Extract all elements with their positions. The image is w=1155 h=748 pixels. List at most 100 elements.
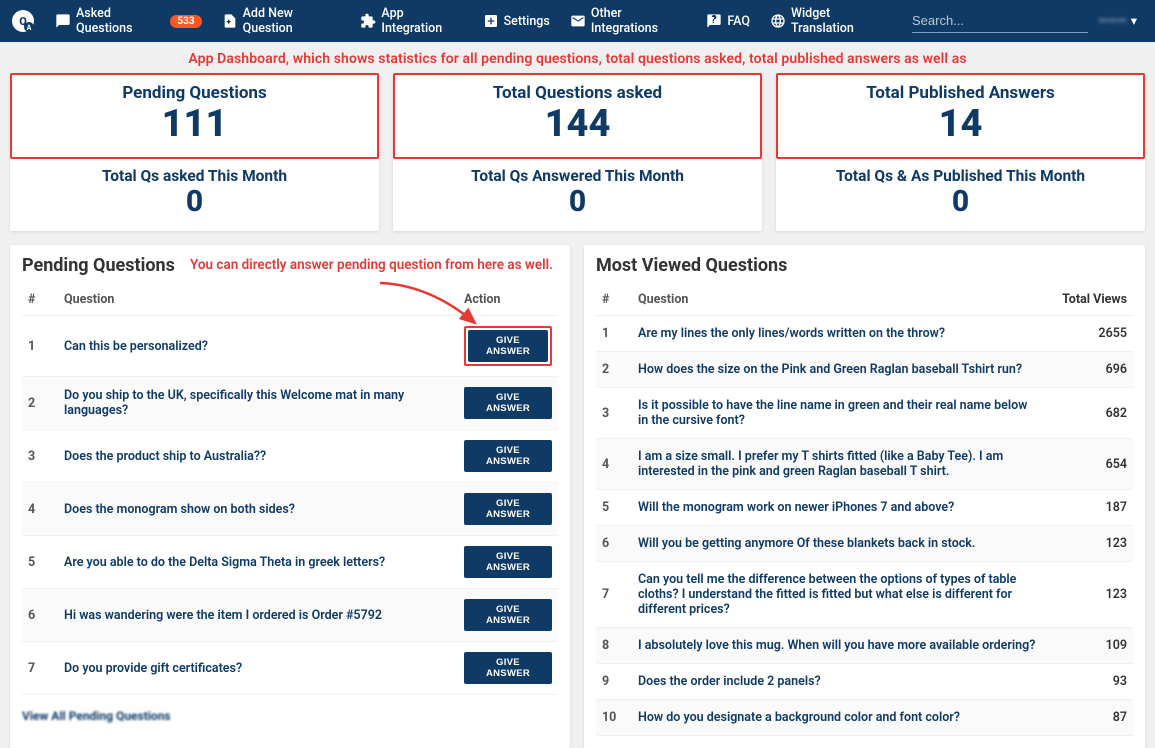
stat-card-1: Total Questions asked144 Total Qs Answere… <box>393 73 762 231</box>
stat-value: 0 <box>10 185 379 220</box>
give-answer-button[interactable]: GIVE ANSWER <box>468 330 548 362</box>
stat-value: 144 <box>395 103 760 147</box>
question-link[interactable]: Will you be getting anymore Of these bla… <box>638 536 975 551</box>
row-views: 123 <box>1043 562 1133 628</box>
question-link[interactable]: Does the product ship to Australia?? <box>64 449 266 464</box>
question-link[interactable]: Can you tell me the difference between t… <box>638 572 1016 617</box>
row-question: Can you tell me the difference between t… <box>632 562 1043 628</box>
row-views: 123 <box>1043 526 1133 562</box>
row-views: 87 <box>1043 700 1133 736</box>
nav-other-integrations[interactable]: Other Integrations <box>560 0 697 42</box>
table-row: 7Can you tell me the difference between … <box>596 562 1133 628</box>
stats-row: Pending Questions111Total Qs asked This … <box>0 73 1155 231</box>
user-label: ——— <box>1098 14 1127 29</box>
nav-settings[interactable]: Settings <box>473 0 560 42</box>
annotation-inline-pending: You can directly answer pending question… <box>190 257 553 273</box>
note-add-icon <box>222 13 238 29</box>
give-answer-button[interactable]: GIVE ANSWER <box>464 387 552 419</box>
row-question: I absolutely love this mug. When will yo… <box>632 628 1043 664</box>
question-link[interactable]: Is it possible to have the line name in … <box>638 398 1027 428</box>
row-action: GIVE ANSWER <box>458 430 558 483</box>
col-idx: # <box>596 282 632 316</box>
question-link[interactable]: Hi was wandering were the item I ordered… <box>64 608 382 623</box>
stat-label: Total Questions asked <box>395 83 760 103</box>
give-answer-button[interactable]: GIVE ANSWER <box>464 440 552 472</box>
question-link[interactable]: Does the monogram show on both sides? <box>64 502 295 517</box>
user-menu[interactable]: ——— ▾ <box>1088 13 1147 29</box>
app-logo: QA <box>8 6 37 36</box>
row-idx: 8 <box>596 628 632 664</box>
row-idx: 2 <box>596 352 632 388</box>
faq-icon <box>706 13 722 29</box>
stat-bottom: Total Qs Answered This Month0 <box>393 159 762 232</box>
row-views: 109 <box>1043 628 1133 664</box>
stat-value: 111 <box>12 103 377 147</box>
row-views: 93 <box>1043 664 1133 700</box>
row-action: GIVE ANSWER <box>458 316 558 377</box>
mail-icon <box>570 13 586 29</box>
row-idx: 7 <box>596 562 632 628</box>
nav-asked-questions[interactable]: Asked Questions533 <box>45 0 212 42</box>
col-views: Total Views <box>1043 282 1133 316</box>
question-link[interactable]: Do you provide gift certificates? <box>64 661 242 676</box>
stat-label: Total Published Answers <box>778 83 1143 103</box>
row-question: Will the monogram work on newer iPhones … <box>632 490 1043 526</box>
most-viewed-table: # Question Total Views 1Are my lines the… <box>596 282 1133 736</box>
nav-add-new-question[interactable]: Add New Question <box>212 0 351 42</box>
top-navbar: QA Asked Questions533 Add New Question App… <box>0 0 1155 42</box>
table-row: 6Will you be getting anymore Of these bl… <box>596 526 1133 562</box>
row-idx: 6 <box>22 589 58 642</box>
most-viewed-panel: Most Viewed Questions # Question Total V… <box>584 245 1145 748</box>
give-answer-button[interactable]: GIVE ANSWER <box>464 652 552 684</box>
row-question: Does the product ship to Australia?? <box>58 430 458 483</box>
row-idx: 5 <box>22 536 58 589</box>
pending-table: # Question Action 1Can this be personali… <box>22 282 558 695</box>
give-answer-button[interactable]: GIVE ANSWER <box>464 493 552 525</box>
table-row: 1Can this be personalized?GIVE ANSWER <box>22 316 558 377</box>
col-action: Action <box>458 282 558 316</box>
question-link[interactable]: Can this be personalized? <box>64 339 208 354</box>
question-link[interactable]: I am a size small. I prefer my T shirts … <box>638 449 1003 479</box>
nav-widget-translation[interactable]: Widget Translation <box>760 0 900 42</box>
stat-bottom: Total Qs & As Published This Month0 <box>776 159 1145 232</box>
chat-icon <box>55 13 71 29</box>
table-row: 3Is it possible to have the line name in… <box>596 388 1133 439</box>
row-idx: 10 <box>596 700 632 736</box>
row-question: Does the monogram show on both sides? <box>58 483 458 536</box>
row-question: Hi was wandering were the item I ordered… <box>58 589 458 642</box>
plus-box-icon <box>483 13 499 29</box>
row-views: 682 <box>1043 388 1133 439</box>
row-idx: 3 <box>596 388 632 439</box>
question-link[interactable]: I absolutely love this mug. When will yo… <box>638 638 1035 653</box>
give-answer-button[interactable]: GIVE ANSWER <box>464 599 552 631</box>
pending-questions-panel: Pending Questions You can directly answe… <box>10 245 570 748</box>
row-question: I am a size small. I prefer my T shirts … <box>632 439 1043 490</box>
table-row: 8 I absolutely love this mug. When will y… <box>596 628 1133 664</box>
question-link[interactable]: Are you able to do the Delta Sigma Theta… <box>64 555 385 570</box>
search-input[interactable] <box>912 9 1088 33</box>
question-link[interactable]: Do you ship to the UK, specifically this… <box>64 388 404 418</box>
question-link[interactable]: Does the order include 2 panels? <box>638 674 821 689</box>
question-link[interactable]: How do you designate a background color … <box>638 710 960 725</box>
nav-label: Asked Questions <box>76 6 163 36</box>
nav-faq[interactable]: FAQ <box>696 0 760 42</box>
question-link[interactable]: How does the size on the Pink and Green … <box>638 362 1022 377</box>
svg-text:A: A <box>26 24 31 32</box>
row-question: Are you able to do the Delta Sigma Theta… <box>58 536 458 589</box>
view-all-pending-link[interactable]: View All Pending Questions <box>22 709 171 723</box>
table-row: 4I am a size small. I prefer my T shirts… <box>596 439 1133 490</box>
nav-label: Add New Question <box>243 6 341 36</box>
nav-app-integration[interactable]: App Integration <box>350 0 472 42</box>
col-question: Question <box>632 282 1043 316</box>
stat-top: Total Published Answers14 <box>776 73 1145 159</box>
row-idx: 9 <box>596 664 632 700</box>
row-idx: 2 <box>22 377 58 430</box>
stat-label: Total Qs asked This Month <box>10 167 379 185</box>
question-link[interactable]: Will the monogram work on newer iPhones … <box>638 500 954 515</box>
question-link[interactable]: Are my lines the only lines/words writte… <box>638 326 945 341</box>
nav-label: App Integration <box>381 6 462 36</box>
give-answer-button[interactable]: GIVE ANSWER <box>464 546 552 578</box>
col-idx: # <box>22 282 58 316</box>
row-views: 654 <box>1043 439 1133 490</box>
chevron-down-icon: ▾ <box>1131 13 1137 29</box>
